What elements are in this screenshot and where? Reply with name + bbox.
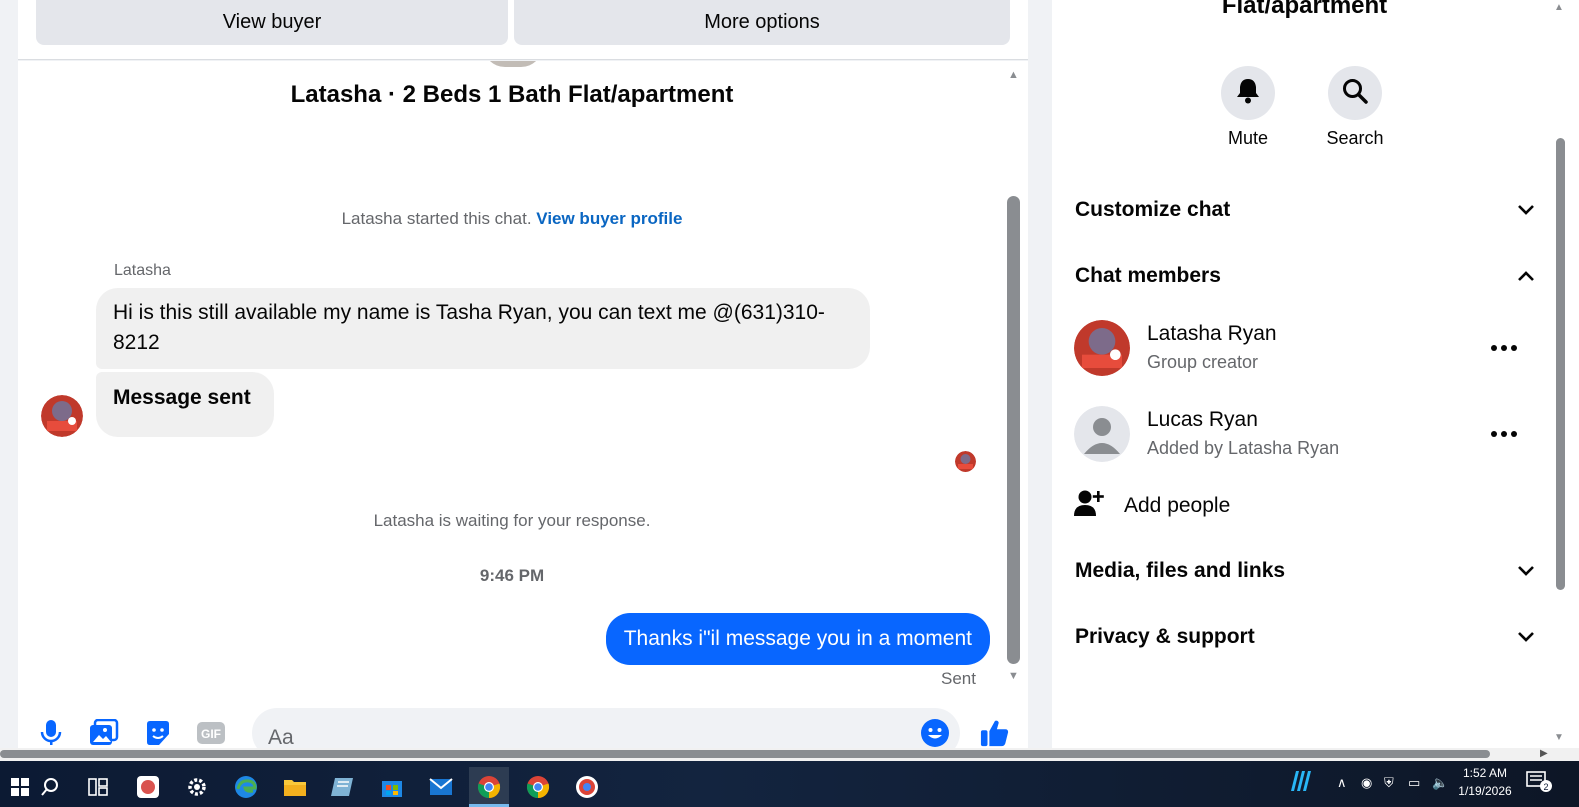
chat-message-list[interactable]: Latasha · 2 Beds 1 Bath Flat/apartment L… — [18, 61, 1028, 749]
clock-date: 1/19/2026 — [1458, 784, 1512, 798]
sender-avatar[interactable] — [41, 395, 83, 437]
member-name: Lucas Ryan — [1147, 408, 1258, 431]
default-avatar-icon[interactable] — [1074, 406, 1130, 462]
chevron-down-icon — [1517, 559, 1535, 583]
page-scrollbar-thumb[interactable] — [1556, 138, 1565, 590]
chrome-icon[interactable] — [469, 767, 509, 807]
clock-time: 1:52 AM — [1462, 766, 1508, 780]
more-options-button[interactable]: More options — [514, 0, 1010, 45]
app-icon[interactable] — [128, 767, 168, 807]
chat-info-panel: Flat/apartment Mute Search Customize cha… — [1052, 0, 1552, 749]
add-people-button[interactable]: Add people — [1074, 486, 1230, 526]
listing-photo — [483, 61, 543, 67]
chat-started-notice: Latasha started this chat. View buyer pr… — [18, 209, 1006, 229]
member-avatar[interactable] — [1074, 320, 1130, 376]
add-person-icon — [1074, 489, 1106, 523]
search-icon — [1342, 78, 1368, 109]
customize-chat-label: Customize chat — [1075, 198, 1231, 221]
waiting-notice: Latasha is waiting for your response. — [373, 511, 651, 530]
page-scroll-down-arrow[interactable]: ▼ — [1554, 732, 1564, 743]
notification-count: 2 — [1543, 782, 1548, 792]
chevron-down-icon — [1517, 198, 1535, 222]
sent-status: Sent — [941, 669, 976, 688]
notification-center-icon[interactable]: 2 — [1526, 771, 1552, 796]
incoming-message-bubble[interactable]: Hi is this still available my name is Ta… — [96, 288, 870, 369]
member-row[interactable]: Latasha Ryan Group creator — [1074, 320, 1534, 380]
microphone-icon[interactable] — [36, 718, 66, 748]
notes-app-icon[interactable] — [323, 767, 363, 807]
mute-label: Mute — [1227, 128, 1269, 148]
mute-button[interactable] — [1221, 66, 1275, 120]
horizontal-scrollbar[interactable]: ▶ — [0, 748, 1579, 761]
photo-icon[interactable] — [89, 718, 119, 748]
media-files-links-section[interactable]: Media, files and links — [1075, 551, 1535, 591]
view-buyer-profile-link[interactable]: View buyer profile — [536, 209, 682, 228]
seen-by-avatar — [955, 451, 976, 472]
mail-icon[interactable] — [421, 767, 461, 807]
chat-members-label: Chat members — [1075, 264, 1221, 287]
chat-scrollbar-thumb[interactable] — [1007, 196, 1020, 664]
member-role: Group creator — [1147, 352, 1259, 372]
customize-chat-section[interactable]: Customize chat — [1075, 190, 1535, 230]
chevron-up-icon — [1517, 264, 1535, 288]
file-explorer-icon[interactable] — [275, 767, 315, 807]
page-scroll-up-arrow[interactable]: ▲ — [1554, 2, 1564, 13]
task-view-icon[interactable] — [78, 767, 118, 807]
store-icon[interactable] — [372, 767, 412, 807]
windows-taskbar: ∧ ◉ ⛨ ▭ 🔈 2 — [0, 761, 1579, 807]
scroll-down-arrow[interactable]: ▼ — [1007, 671, 1020, 682]
volume-icon[interactable]: 🔈 — [1432, 775, 1448, 791]
meet-now-icon[interactable]: ◉ — [1361, 775, 1372, 791]
privacy-support-label: Privacy & support — [1075, 625, 1255, 648]
chrome-icon[interactable] — [567, 767, 607, 807]
view-buyer-button[interactable]: View buyer — [36, 0, 508, 45]
edge-browser-icon[interactable] — [226, 767, 266, 807]
sticker-icon[interactable] — [143, 718, 173, 748]
search-button[interactable] — [1328, 66, 1382, 120]
member-role: Added by Latasha Ryan — [1147, 438, 1340, 458]
security-icon[interactable]: ⛨ — [1384, 775, 1394, 791]
gif-icon[interactable]: GIF — [196, 718, 226, 748]
sender-name: Latasha — [114, 262, 171, 279]
listing-title: Latasha · 2 Beds 1 Bath Flat/apartment — [290, 81, 734, 108]
more-icon[interactable] — [1488, 334, 1520, 362]
chevron-up-icon[interactable]: ∧ — [1337, 775, 1347, 791]
horizontal-scrollbar-thumb[interactable] — [0, 750, 1490, 758]
message-timestamp: 9:46 PM — [479, 566, 545, 585]
taskbar-clock[interactable]: 1:52 AM 1/19/2026 — [1450, 764, 1520, 800]
chevron-down-icon — [1517, 625, 1535, 649]
weather-icon[interactable] — [1290, 769, 1314, 796]
search-label: Search — [1326, 128, 1384, 148]
more-icon[interactable] — [1488, 420, 1520, 448]
outgoing-message-bubble[interactable]: Thanks i"il message you in a moment — [605, 613, 990, 665]
chrome-icon[interactable] — [518, 767, 558, 807]
search-icon[interactable] — [30, 767, 70, 807]
add-people-label: Add people — [1124, 494, 1231, 517]
scroll-right-arrow[interactable]: ▶ — [1540, 748, 1548, 759]
bell-icon — [1236, 78, 1260, 109]
scroll-up-arrow[interactable]: ▲ — [1007, 70, 1020, 81]
member-name: Latasha Ryan — [1147, 322, 1277, 345]
thumbs-up-icon[interactable] — [980, 718, 1010, 748]
settings-gear-icon[interactable] — [177, 767, 217, 807]
media-files-links-label: Media, files and links — [1075, 559, 1286, 582]
incoming-message-bubble[interactable]: Message sent — [96, 372, 274, 437]
chat-members-section[interactable]: Chat members — [1075, 256, 1535, 296]
chat-started-text: Latasha started this chat. — [341, 209, 532, 228]
marketplace-action-bar: View buyer More options — [18, 0, 1028, 60]
info-panel-title: Flat/apartment — [1221, 0, 1388, 19]
emoji-icon[interactable] — [920, 718, 950, 748]
member-row[interactable]: Lucas Ryan Added by Latasha Ryan — [1074, 406, 1534, 466]
network-icon[interactable]: ▭ — [1408, 775, 1420, 791]
privacy-support-section[interactable]: Privacy & support — [1075, 617, 1535, 657]
gif-label: GIF — [201, 727, 221, 741]
